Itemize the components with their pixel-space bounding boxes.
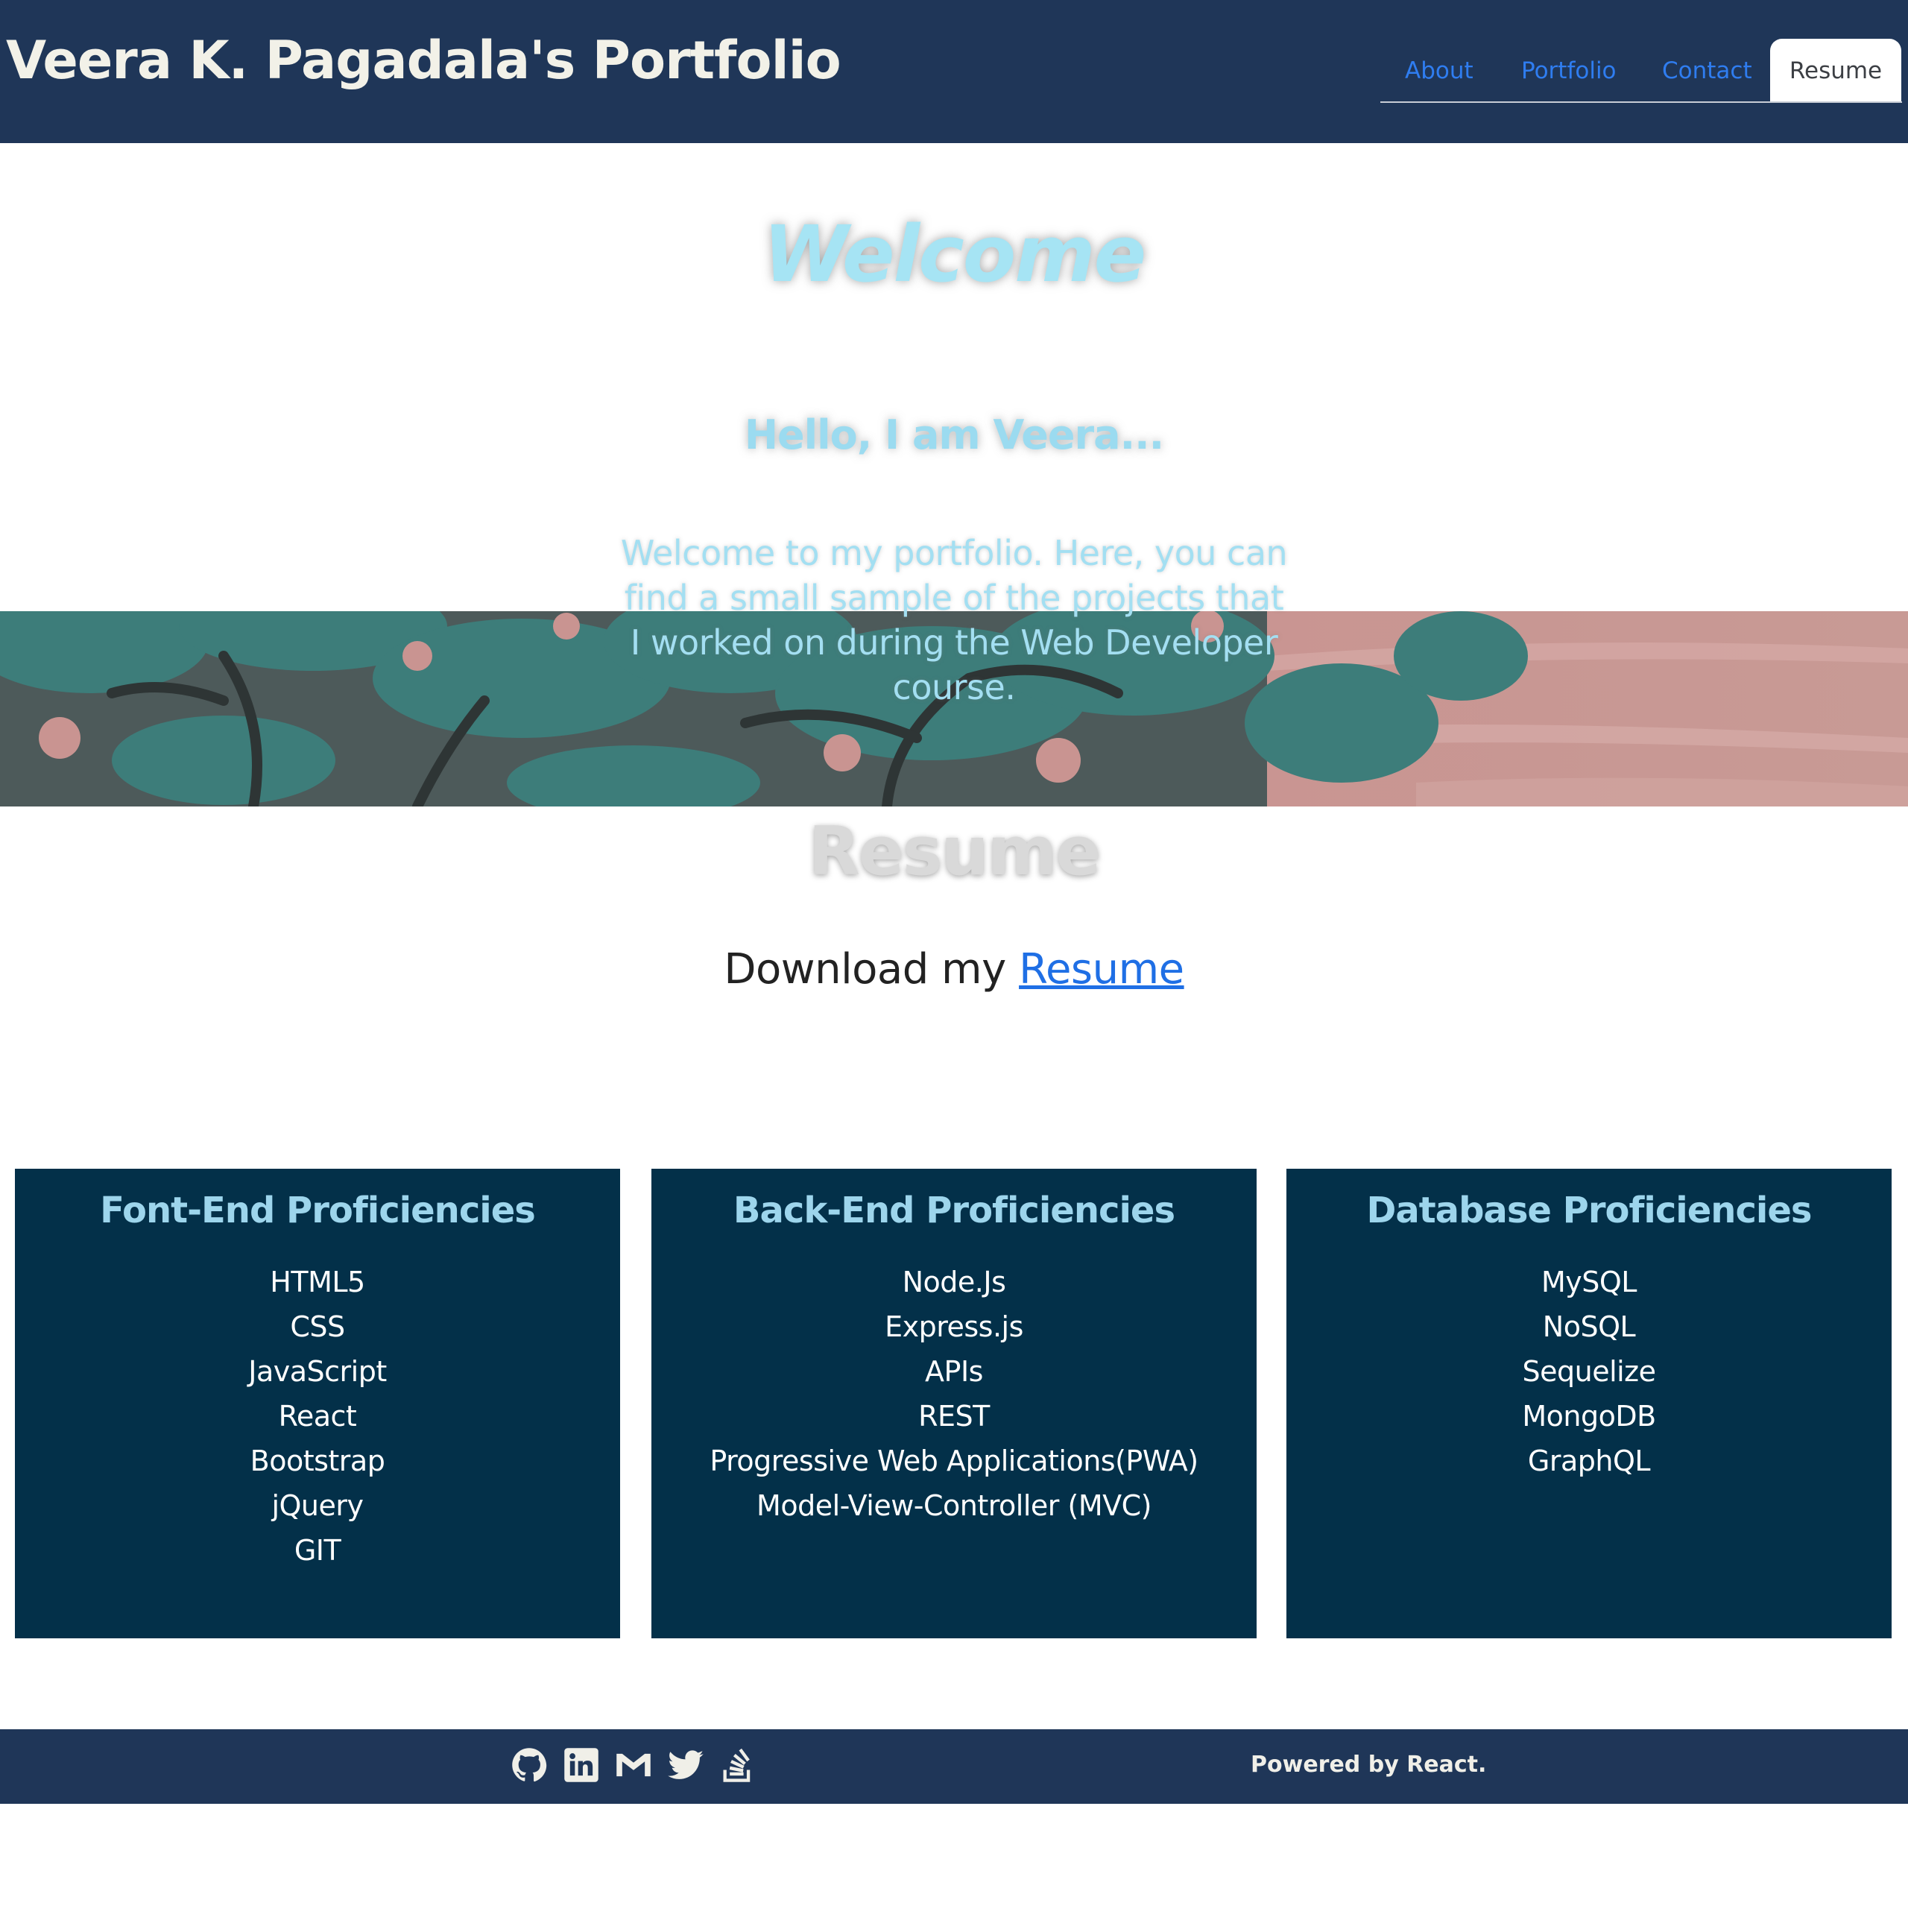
skill-item: JavaScript: [248, 1355, 387, 1388]
skill-item: HTML5: [270, 1266, 365, 1298]
download-resume-text: Download my Resume: [0, 945, 1908, 994]
card-title: Back-End Proficiencies: [733, 1190, 1175, 1231]
skill-item: Bootstrap: [250, 1445, 385, 1477]
card-title: Font-End Proficiencies: [100, 1190, 536, 1231]
nav-about[interactable]: About: [1405, 39, 1473, 101]
skill-item: MongoDB: [1522, 1400, 1656, 1433]
nav-contact[interactable]: Contact: [1662, 39, 1752, 101]
gmail-icon[interactable]: [614, 1746, 653, 1784]
site-header: Veera K. Pagadala's Portfolio About Port…: [0, 0, 1908, 143]
skill-item: GraphQL: [1527, 1445, 1651, 1477]
resume-heading: Resume: [808, 812, 1102, 891]
powered-by-text: Powered by React.: [1251, 1752, 1487, 1778]
skills-list: MySQL NoSQL Sequelize MongoDB GraphQL: [1286, 1260, 1892, 1483]
skill-item: React: [278, 1400, 357, 1433]
github-icon[interactable]: [510, 1746, 549, 1784]
skills-list: Node.Js Express.js APIs REST Progressive…: [651, 1260, 1257, 1528]
linkedin-icon[interactable]: [562, 1746, 601, 1784]
skill-item: CSS: [290, 1310, 345, 1343]
skill-item: jQuery: [271, 1489, 364, 1522]
skill-item: REST: [918, 1400, 990, 1433]
main-nav: About Portfolio Contact Resume: [1380, 39, 1902, 103]
skill-item: MySQL: [1541, 1266, 1637, 1298]
skill-item: Express.js: [885, 1310, 1023, 1343]
stackoverflow-icon[interactable]: [718, 1746, 757, 1784]
backend-card: Back-End Proficiencies Node.Js Express.j…: [651, 1169, 1257, 1638]
site-title: Veera K. Pagadala's Portfolio: [6, 30, 841, 91]
skill-item: GIT: [294, 1534, 341, 1567]
site-footer: Powered by React.: [0, 1729, 1908, 1804]
skill-item: NoSQL: [1542, 1310, 1636, 1343]
nav-resume-active[interactable]: Resume: [1770, 39, 1901, 101]
resume-download-link[interactable]: Resume: [1019, 945, 1184, 994]
skill-item: Model-View-Controller (MVC): [756, 1489, 1152, 1522]
download-label: Download my: [724, 945, 1006, 994]
intro-text: Welcome to my portfolio. Here, you can f…: [620, 533, 1288, 707]
nav-portfolio[interactable]: Portfolio: [1521, 39, 1617, 101]
card-title: Database Proficiencies: [1366, 1190, 1813, 1231]
skills-list: HTML5 CSS JavaScript React Bootstrap jQu…: [15, 1260, 620, 1573]
frontend-card: Font-End Proficiencies HTML5 CSS JavaScr…: [15, 1169, 620, 1638]
skill-item: Node.Js: [902, 1266, 1006, 1298]
database-card: Database Proficiencies MySQL NoSQL Seque…: [1286, 1169, 1892, 1638]
skill-item: APIs: [925, 1355, 983, 1388]
hello-heading: Hello, I am Veera...: [744, 411, 1164, 458]
welcome-heading: Welcome: [762, 209, 1146, 300]
twitter-icon[interactable]: [666, 1746, 705, 1784]
skill-item: Sequelize: [1522, 1355, 1656, 1388]
social-links: [510, 1738, 757, 1790]
skill-item: Progressive Web Applications(PWA): [710, 1445, 1198, 1477]
